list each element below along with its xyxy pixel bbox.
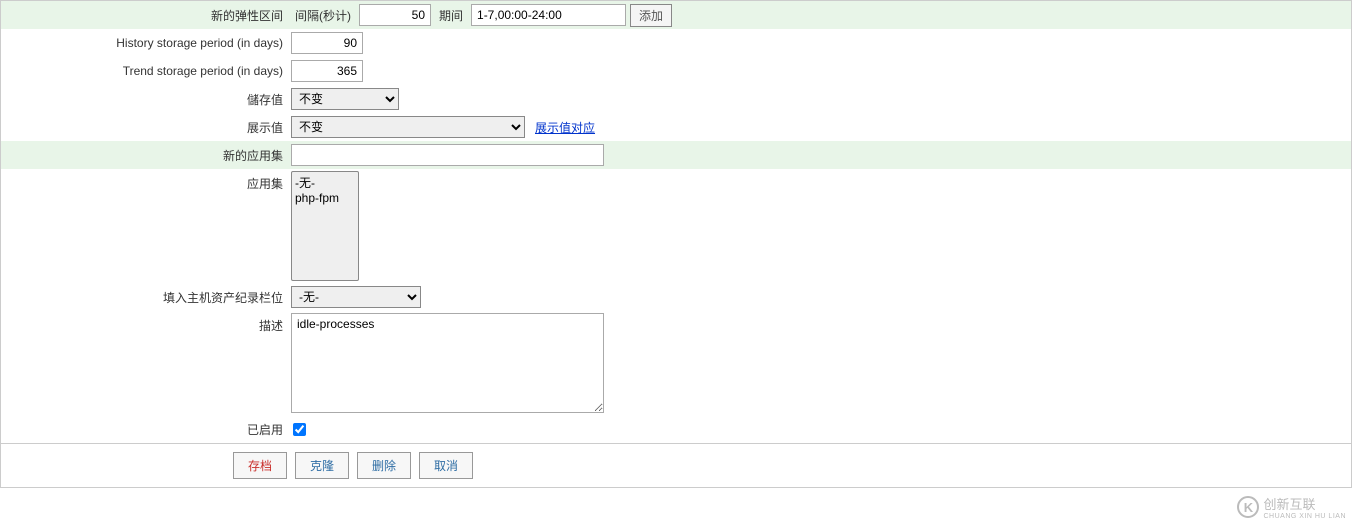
watermark: K 创新互联 CHUANG XIN HU LIAN: [1237, 494, 1346, 520]
add-button[interactable]: 添加: [630, 4, 672, 27]
description-label: 描述: [1, 313, 291, 334]
host-inventory-select[interactable]: -无-: [291, 286, 421, 308]
show-value-label: 展示值: [1, 119, 291, 136]
button-bar: 存档 克隆 删除 取消: [0, 444, 1352, 488]
period-input[interactable]: [471, 4, 626, 26]
period-label: 期间: [439, 7, 463, 24]
clone-button[interactable]: 克隆: [295, 452, 349, 479]
enabled-checkbox[interactable]: [293, 423, 306, 436]
show-value-link[interactable]: 展示值对应: [535, 119, 595, 136]
watermark-sub: CHUANG XIN HU LIAN: [1263, 513, 1346, 520]
host-inventory-label: 填入主机资产纪录栏位: [1, 289, 291, 306]
cancel-button[interactable]: 取消: [419, 452, 473, 479]
interval-seconds-label: 间隔(秒计): [295, 7, 351, 24]
new-appset-input[interactable]: [291, 144, 604, 166]
save-button[interactable]: 存档: [233, 452, 287, 479]
new-appset-label: 新的应用集: [1, 147, 291, 164]
store-value-select[interactable]: 不变: [291, 88, 399, 110]
trend-period-input[interactable]: [291, 60, 363, 82]
description-textarea[interactable]: idle-processes: [291, 313, 604, 413]
trend-period-label: Trend storage period (in days): [1, 64, 291, 78]
appset-label: 应用集: [1, 171, 291, 192]
appset-listbox[interactable]: -无- php-fpm: [291, 171, 359, 281]
watermark-main: 创新互联: [1263, 494, 1346, 513]
show-value-select[interactable]: 不变: [291, 116, 525, 138]
interval-seconds-input[interactable]: [359, 4, 431, 26]
history-period-label: History storage period (in days): [1, 36, 291, 50]
enabled-label: 已启用: [1, 421, 291, 438]
store-value-label: 儲存值: [1, 91, 291, 108]
flex-interval-label: 新的弹性区间: [1, 7, 291, 24]
watermark-icon: K: [1237, 496, 1259, 518]
delete-button[interactable]: 删除: [357, 452, 411, 479]
history-period-input[interactable]: [291, 32, 363, 54]
